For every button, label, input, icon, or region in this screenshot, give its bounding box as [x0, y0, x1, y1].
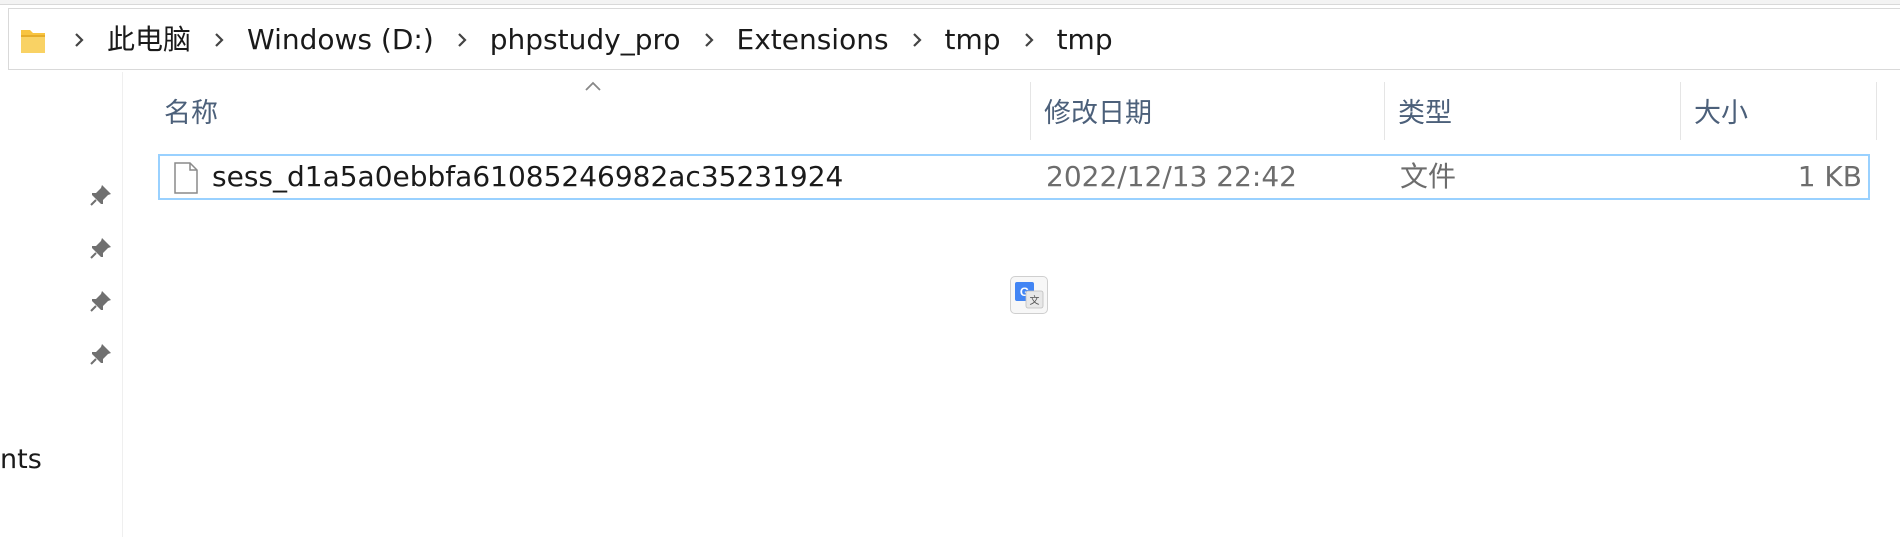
- column-divider[interactable]: [1030, 82, 1031, 140]
- file-explorer-window: 此电脑 Windows (D:) phpstudy_pro Extensions…: [0, 0, 1900, 537]
- breadcrumb-item-phpstudy[interactable]: phpstudy_pro: [488, 9, 683, 71]
- file-row[interactable]: sess_d1a5a0ebbfa61085246982ac35231924 20…: [158, 154, 1870, 200]
- breadcrumb-item-current[interactable]: tmp: [1055, 9, 1115, 71]
- chevron-right-icon[interactable]: [905, 28, 929, 52]
- column-divider[interactable]: [1680, 82, 1681, 140]
- chevron-right-icon[interactable]: [1017, 28, 1041, 52]
- file-type: 文件: [1400, 160, 1457, 193]
- google-translate-icon[interactable]: G 文: [1010, 276, 1048, 314]
- chevron-right-icon[interactable]: [450, 28, 474, 52]
- column-header-modified[interactable]: 修改日期: [1044, 92, 1152, 136]
- breadcrumb: 此电脑 Windows (D:) phpstudy_pro Extensions…: [53, 9, 1115, 71]
- document-icon: [172, 162, 200, 194]
- nav-item-label[interactable]: nts: [0, 442, 42, 478]
- breadcrumb-item-drive[interactable]: Windows (D:): [245, 9, 436, 71]
- file-size: 1 KB: [1797, 160, 1862, 193]
- chevron-right-icon[interactable]: [67, 28, 91, 52]
- column-divider[interactable]: [1876, 82, 1877, 140]
- chevron-right-icon[interactable]: [207, 28, 231, 52]
- svg-text:文: 文: [1030, 294, 1040, 307]
- window-top-edge: [0, 0, 1900, 5]
- pin-icon[interactable]: [88, 288, 114, 314]
- address-bar[interactable]: 此电脑 Windows (D:) phpstudy_pro Extensions…: [8, 8, 1900, 70]
- breadcrumb-item-extensions[interactable]: Extensions: [735, 9, 891, 71]
- column-header-name[interactable]: 名称: [164, 92, 218, 136]
- column-divider[interactable]: [1384, 82, 1385, 140]
- pin-icon[interactable]: [88, 182, 114, 208]
- navigation-pane: nts: [0, 72, 123, 537]
- column-header-size[interactable]: 大小: [1694, 92, 1748, 136]
- chevron-right-icon[interactable]: [697, 28, 721, 52]
- pin-icon[interactable]: [88, 235, 114, 261]
- folder-icon: [19, 25, 47, 55]
- file-name[interactable]: sess_d1a5a0ebbfa61085246982ac35231924: [212, 156, 843, 198]
- pin-icon[interactable]: [88, 341, 114, 367]
- column-header-type[interactable]: 类型: [1398, 92, 1452, 136]
- file-modified-date: 2022/12/13 22:42: [1046, 160, 1297, 193]
- breadcrumb-item-this-pc[interactable]: 此电脑: [105, 9, 193, 71]
- breadcrumb-item-tmp[interactable]: tmp: [943, 9, 1003, 71]
- sort-ascending-icon: [584, 78, 602, 92]
